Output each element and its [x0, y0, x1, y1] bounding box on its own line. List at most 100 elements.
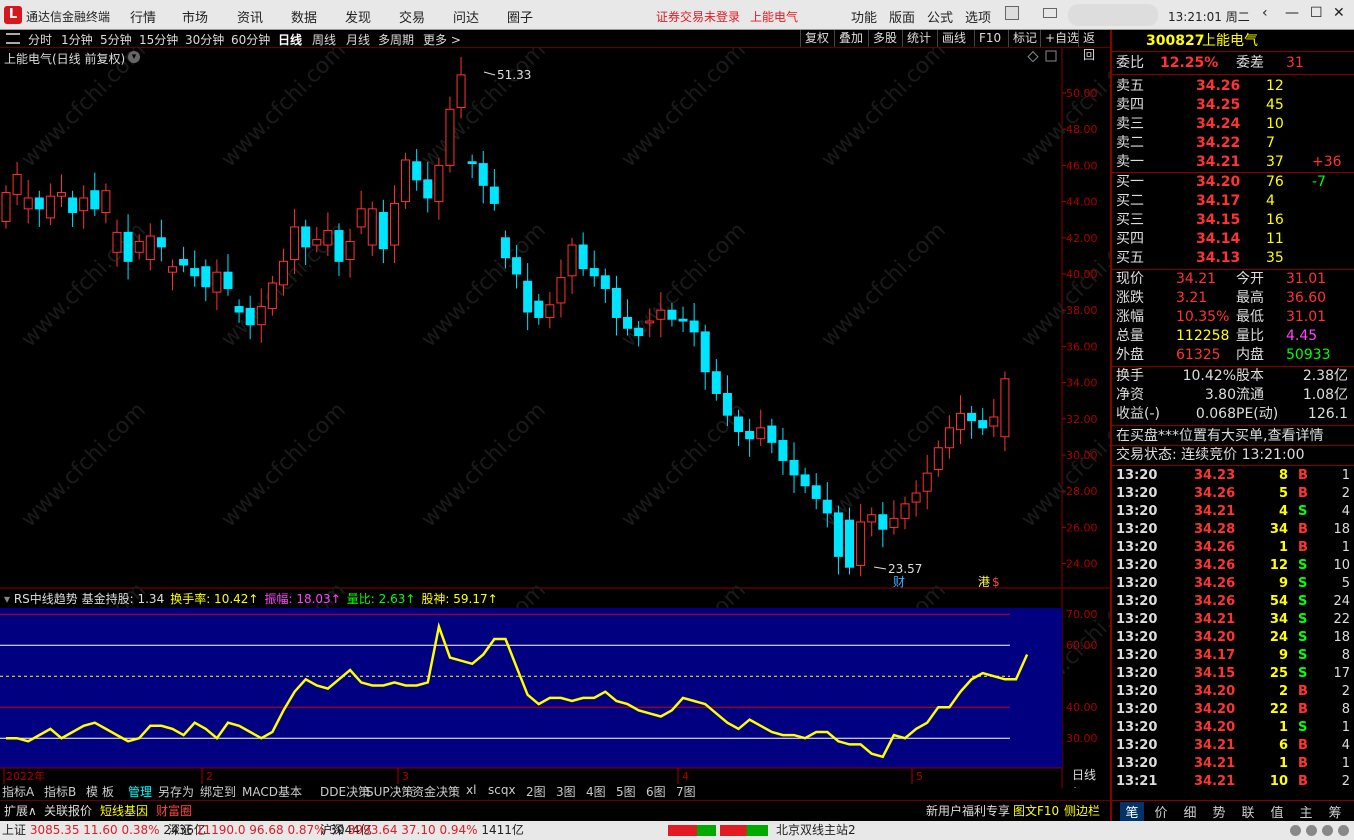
side-tab-3[interactable]: 势 [1207, 802, 1231, 821]
side-tab-7[interactable]: 筹 [1323, 802, 1347, 821]
period-tab-1[interactable]: 1分钟 [61, 31, 93, 48]
period-tab-5[interactable]: 60分钟 [231, 31, 270, 48]
server-name[interactable]: 北京双线主站2 [776, 821, 856, 840]
globe-icon[interactable] [1290, 825, 1301, 836]
ind-tab-16[interactable]: 6图 [646, 783, 666, 800]
mail-icon[interactable] [1043, 8, 1057, 18]
tool-7[interactable]: +自选 [1040, 30, 1083, 47]
period-tab-0[interactable]: 分时 [28, 31, 52, 48]
ind-tab-0[interactable]: 指标A [2, 783, 34, 800]
right-menu-1[interactable]: 版面 [889, 7, 915, 26]
bottom-tab-3[interactable]: 财富圈 [156, 802, 192, 819]
marker-cai[interactable]: 财 [893, 575, 905, 589]
marker-gang[interactable]: 港 [978, 575, 990, 589]
indicator-name[interactable]: RS中线趋势 [14, 592, 82, 606]
candle-body [800, 474, 810, 487]
ind-tab-5[interactable]: 绑定到 [200, 783, 236, 800]
tool-3[interactable]: 统计 [902, 30, 935, 47]
ind-tab-10[interactable]: xl [466, 783, 476, 797]
ind-tab-9[interactable]: 资金决策 [412, 783, 460, 800]
right-menu-3[interactable]: 选项 [965, 7, 991, 26]
candle-body [267, 282, 277, 309]
tick-count: 18 [1333, 630, 1350, 645]
lock-icon[interactable] [1322, 825, 1333, 836]
tool-8[interactable]: 返回 [1078, 30, 1110, 62]
login-warning[interactable]: 证券交易未登录 [656, 8, 740, 25]
ind-tab-15[interactable]: 5图 [616, 783, 636, 800]
candle-body [112, 231, 122, 253]
period-tab-7[interactable]: 周线 [312, 31, 336, 48]
tool-2[interactable]: 多股 [868, 30, 901, 47]
back-icon[interactable]: ‹ [1262, 5, 1268, 21]
side-tab-0[interactable]: 笔 [1120, 802, 1144, 821]
menu-7[interactable]: 圈子 [507, 7, 533, 26]
maximize-icon[interactable]: ☐ [1310, 5, 1323, 21]
candle-body [167, 266, 177, 273]
chevron-down-icon[interactable]: ▾ [4, 592, 14, 606]
ind-tab-2[interactable]: 模 板 [86, 783, 114, 800]
minimize-icon[interactable]: — [1285, 5, 1299, 21]
period-tab-2[interactable]: 5分钟 [100, 31, 132, 48]
bottom-tab-2[interactable]: 短线基因 [100, 802, 148, 819]
marker-dollar[interactable]: $ [992, 575, 1000, 589]
ind-tab-12[interactable]: 2图 [526, 783, 546, 800]
tool-5[interactable]: F10 [974, 30, 1005, 47]
ind-tab-7[interactable]: DDE决策 [320, 783, 370, 800]
quote-row: 收益(-) 0.068 PE(动) 126.1 [1116, 405, 1352, 423]
side-tab-2[interactable]: 细 [1178, 802, 1202, 821]
period-tab-10[interactable]: 更多 > [423, 31, 461, 48]
ind-tab-8[interactable]: SUP决策 [366, 783, 414, 800]
ind-tab-14[interactable]: 4图 [586, 783, 606, 800]
right-menu-2[interactable]: 公式 [927, 7, 953, 26]
period-tab-4[interactable]: 30分钟 [185, 31, 224, 48]
ind-tab-17[interactable]: 7图 [676, 783, 696, 800]
promo-link[interactable]: 新用户福利专享 [926, 802, 1010, 819]
right-menu-0[interactable]: 功能 [851, 7, 877, 26]
lock-icon[interactable] [1005, 6, 1019, 20]
market-breadth-icon[interactable] [668, 825, 716, 836]
menu-toggle-icon[interactable] [6, 33, 20, 44]
chevron-down-icon[interactable]: ▾ [128, 51, 140, 63]
tool-1[interactable]: 叠加 [834, 30, 867, 47]
period-tab-6[interactable]: 日线 [278, 31, 302, 48]
tool-6[interactable]: 标记 [1008, 30, 1041, 47]
ind-tab-6[interactable]: MACD基本 [242, 783, 302, 800]
close-icon[interactable]: ✕ [1333, 5, 1345, 21]
kline-chart[interactable]: www.cfchi.comwww.cfchi.comwww.cfchi.comw… [0, 48, 1110, 788]
cell: 股本 [1236, 368, 1264, 384]
settings-icon[interactable] [1338, 825, 1349, 836]
ind-tab-11[interactable]: scqx [488, 783, 516, 797]
market-breadth-icon-2[interactable] [720, 825, 768, 836]
ind-tab-3[interactable]: 管理 [128, 783, 152, 800]
period-tab-3[interactable]: 15分钟 [139, 31, 178, 48]
tool-0[interactable]: 复权 [800, 30, 833, 47]
menu-1[interactable]: 市场 [182, 7, 208, 26]
cell: 31.01 [1286, 309, 1327, 325]
menu-2[interactable]: 资讯 [237, 7, 263, 26]
period-tab-8[interactable]: 月线 [346, 31, 370, 48]
period-tab-9[interactable]: 多周期 [378, 31, 414, 48]
index-quote-2[interactable]: 沪深 3993.64 37.10 0.94% 1411亿 [320, 821, 524, 840]
user-avatar[interactable] [1068, 4, 1158, 26]
bottom-tab-1[interactable]: 关联报价 [44, 802, 92, 819]
menu-4[interactable]: 发现 [345, 7, 371, 26]
ind-tab-1[interactable]: 指标B [44, 783, 76, 800]
phone-icon[interactable] [1306, 825, 1317, 836]
ind-tab-13[interactable]: 3图 [556, 783, 576, 800]
tick-side: S [1298, 576, 1308, 591]
side-tab-6[interactable]: 主 [1294, 802, 1318, 821]
menu-3[interactable]: 数据 [291, 7, 317, 26]
tick-row: 13:20 34.26 12 S 10 [1116, 557, 1352, 575]
side-tab-5[interactable]: 值 [1265, 802, 1289, 821]
side-tab-4[interactable]: 联 [1236, 802, 1260, 821]
bottom-tab-0[interactable]: 扩展∧ [4, 802, 37, 819]
side-tab-1[interactable]: 价 [1149, 802, 1173, 821]
f10-link[interactable]: 图文F10 [1013, 802, 1059, 819]
menu-6[interactable]: 问达 [453, 7, 479, 26]
cell: 34.21 [1196, 154, 1241, 170]
menu-0[interactable]: 行情 [130, 7, 156, 26]
menu-5[interactable]: 交易 [399, 7, 425, 26]
tool-4[interactable]: 画线 [937, 30, 970, 47]
period-button[interactable]: 日线 [1072, 768, 1096, 782]
ind-tab-4[interactable]: 另存为 [158, 783, 194, 800]
